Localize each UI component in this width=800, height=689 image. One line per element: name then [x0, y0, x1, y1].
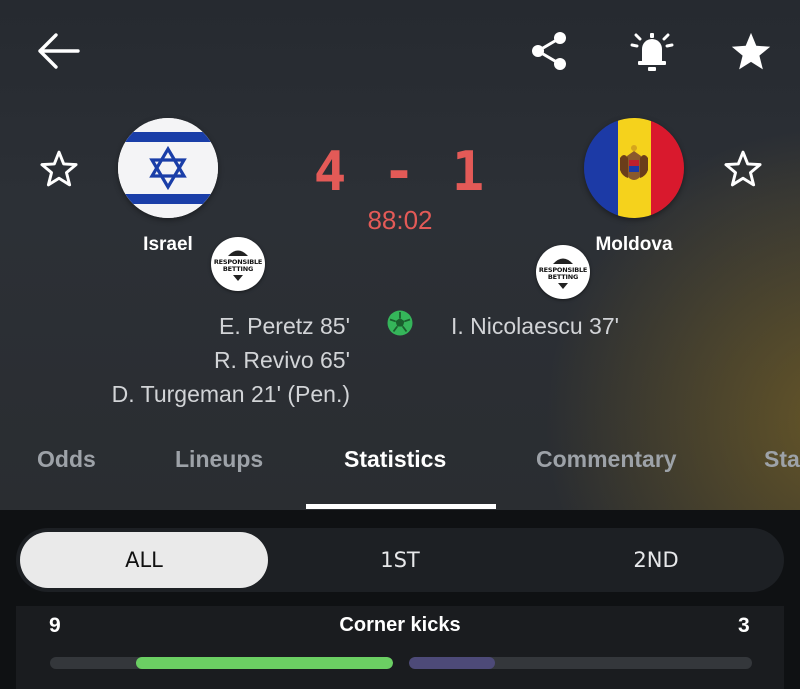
responsible-betting-badge-home[interactable]: RESPONSIBLE BETTING: [211, 237, 265, 291]
tab-commentary[interactable]: Commentary: [536, 446, 677, 473]
star-filled-icon[interactable]: [726, 28, 776, 76]
home-scorer: D. Turgeman 21' (Pen.): [111, 381, 350, 407]
responsible-betting-label: RESPONSIBLE BETTING: [538, 265, 588, 281]
responsible-betting-badge-away[interactable]: RESPONSIBLE BETTING: [536, 245, 590, 299]
home-favorite-star-outline-icon[interactable]: [34, 145, 84, 193]
moldova-flag: [584, 118, 684, 218]
away-scorer: I. Nicolaescu 37': [451, 313, 620, 339]
share-icon[interactable]: [526, 28, 572, 74]
period-selector: ALL 1ST 2ND: [16, 528, 784, 592]
arrow-left-icon[interactable]: [32, 28, 84, 74]
home-scorer: R. Revivo 65': [213, 347, 350, 373]
tab-standings[interactable]: Sta: [764, 446, 800, 473]
home-scorer: E. Peretz 85': [219, 313, 350, 339]
stat-away-bar-fill: [409, 657, 495, 669]
tab-lineups[interactable]: Lineups: [175, 446, 263, 473]
soccer-ball-icon: [386, 309, 414, 337]
israel-flag: [118, 118, 218, 218]
tab-statistics[interactable]: Statistics: [344, 446, 446, 473]
stat-label: Corner kicks: [339, 614, 461, 636]
match-header: Israel 4 - 1 88:02 Moldova RESPONSIBLE B…: [0, 0, 800, 510]
stat-away-value: 3: [738, 614, 750, 637]
stat-home-bar-fill: [135, 657, 393, 669]
match-clock: 88:02: [367, 205, 433, 235]
period-all-button[interactable]: ALL: [20, 532, 268, 588]
away-favorite-star-outline-icon[interactable]: [718, 145, 768, 193]
responsible-betting-label: RESPONSIBLE BETTING: [213, 257, 263, 273]
stat-away-bar: [409, 657, 752, 669]
stat-home-bar: [50, 657, 393, 669]
alarm-bell-icon[interactable]: [626, 26, 678, 76]
match-score: 4 - 1: [313, 140, 487, 203]
tab-odds[interactable]: Odds: [37, 446, 96, 473]
active-tab-indicator: [306, 504, 496, 509]
away-team-name[interactable]: Moldova: [574, 234, 694, 256]
period-1st-button[interactable]: 1ST: [276, 532, 524, 588]
match-tabs: Odds Lineups Statistics Commentary Sta: [0, 440, 800, 510]
home-team-name[interactable]: Israel: [118, 234, 218, 256]
stat-home-value: 9: [49, 614, 61, 637]
period-2nd-button[interactable]: 2ND: [532, 532, 780, 588]
